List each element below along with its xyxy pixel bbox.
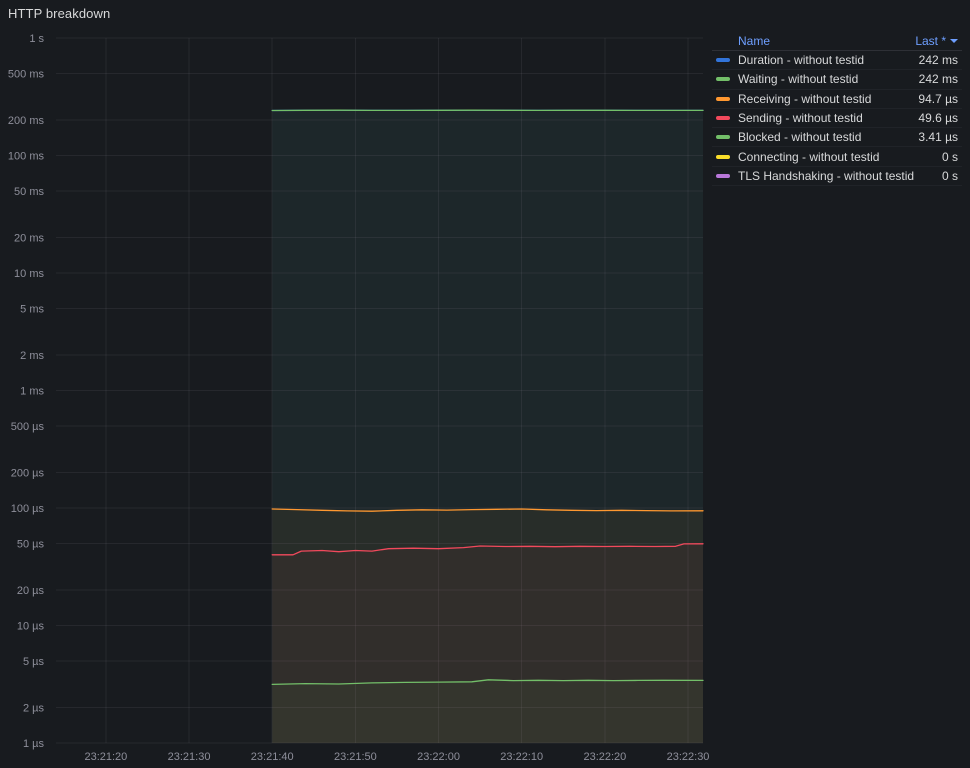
series-color-swatch [716, 116, 730, 121]
series-color-swatch [716, 135, 730, 140]
y-axis-tick-label: 20 ms [14, 233, 44, 245]
series-color-swatch [716, 96, 730, 101]
x-axis-tick-label: 23:22:10 [500, 751, 543, 763]
x-axis-tick-label: 23:21:20 [84, 751, 127, 763]
series-last-value: 0 s [941, 149, 958, 164]
legend-row[interactable]: Waiting - without testid 242 ms [712, 70, 962, 90]
sort-caret-down-icon [950, 39, 958, 43]
y-axis-tick-label: 2 µs [23, 703, 45, 715]
series-last-value: 49.6 µs [918, 111, 958, 126]
y-axis-tick-label: 500 ms [8, 68, 45, 80]
x-axis-tick-label: 23:21:30 [168, 751, 211, 763]
x-axis-tick-label: 23:21:40 [251, 751, 294, 763]
legend-row[interactable]: Duration - without testid 242 ms [712, 51, 962, 71]
y-axis-tick-label: 5 ms [20, 303, 44, 315]
y-axis-tick-label: 50 ms [14, 186, 44, 198]
series-name[interactable]: Waiting - without testid [738, 72, 911, 86]
y-axis-tick-label: 100 ms [8, 151, 45, 163]
y-axis-tick-label: 10 ms [14, 268, 44, 280]
legend-row[interactable]: Receiving - without testid 94.7 µs [712, 90, 962, 109]
series-last-value: 0 s [941, 168, 958, 183]
series-last-value: 94.7 µs [918, 91, 958, 106]
y-axis-tick-label: 20 µs [17, 585, 45, 597]
legend-column-last-label: Last * [915, 34, 946, 48]
y-axis-tick-label: 2 ms [20, 350, 44, 362]
x-axis-tick-label: 23:22:30 [667, 751, 710, 763]
legend-row[interactable]: Connecting - without testid 0 s [712, 147, 962, 167]
legend-row[interactable]: Blocked - without testid 3.41 µs [712, 128, 962, 148]
series-name[interactable]: Receiving - without testid [738, 92, 910, 106]
y-axis-tick-label: 100 µs [11, 503, 45, 515]
y-axis-tick-label: 5 µs [23, 656, 45, 668]
series-color-swatch [716, 58, 730, 63]
series-last-value: 242 ms [918, 53, 958, 68]
series-name[interactable]: Duration - without testid [738, 53, 911, 67]
x-axis-tick-label: 23:22:00 [417, 751, 460, 763]
legend-header: Name Last * [712, 32, 962, 51]
series-color-swatch [716, 154, 730, 159]
series-name[interactable]: Sending - without testid [738, 111, 910, 125]
y-axis-tick-label: 10 µs [17, 621, 45, 633]
y-axis-tick-label: 1 s [29, 33, 44, 45]
x-axis-tick-label: 23:22:20 [583, 751, 626, 763]
legend-rows: Duration - without testid 242 ms Waiting -… [712, 51, 962, 187]
series-color-swatch [716, 173, 730, 178]
y-axis-tick-label: 200 ms [8, 115, 45, 127]
y-axis-tick-label: 1 µs [23, 738, 45, 750]
series-last-value: 242 ms [918, 72, 958, 87]
y-axis-tick-label: 500 µs [11, 421, 45, 433]
legend-column-name[interactable]: Name [738, 34, 770, 48]
series-name[interactable]: Connecting - without testid [738, 150, 934, 164]
series-last-value: 3.41 µs [918, 130, 958, 145]
legend-row[interactable]: Sending - without testid 49.6 µs [712, 109, 962, 129]
panel-http-breakdown: HTTP breakdown 1 s 500 ms 200 ms 100 ms 50 m… [0, 0, 970, 768]
legend-row[interactable]: TLS Handshaking - without testid 0 s [712, 167, 962, 187]
y-axis-tick-label: 50 µs [17, 538, 45, 550]
y-axis-tick-label: 200 µs [11, 468, 45, 480]
series-name[interactable]: Blocked - without testid [738, 130, 910, 144]
series-color-swatch [716, 77, 730, 82]
series-name[interactable]: TLS Handshaking - without testid [738, 169, 934, 183]
y-axis-tick-label: 1 ms [20, 386, 44, 398]
series-area-fill [272, 679, 703, 743]
x-axis-tick-label: 23:21:50 [334, 751, 377, 763]
legend-column-last[interactable]: Last * [915, 34, 958, 48]
legend: Name Last * Duration - without testid 242… [712, 32, 962, 187]
